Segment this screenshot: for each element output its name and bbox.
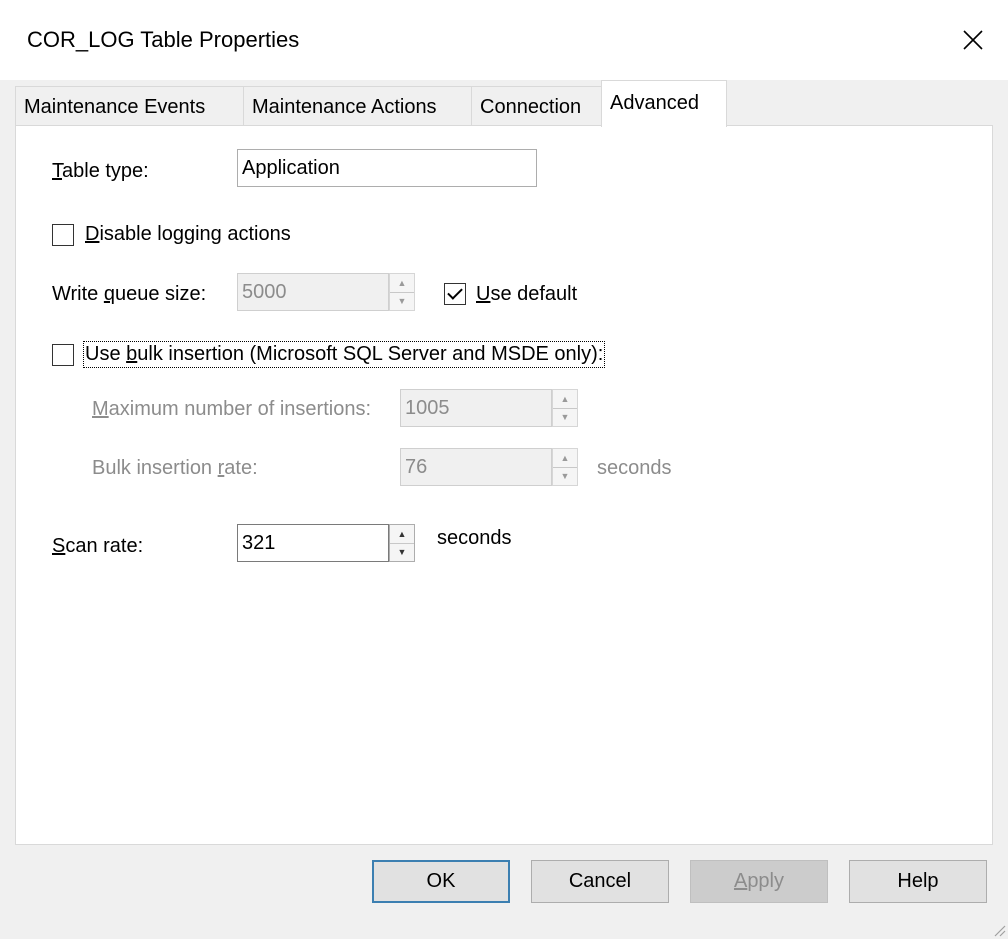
tab-label: Advanced xyxy=(610,92,699,114)
spin-up-icon[interactable]: ▲ xyxy=(390,525,414,544)
tab-label: Maintenance Actions xyxy=(252,96,437,118)
write-queue-size-field[interactable]: 5000 xyxy=(237,273,389,311)
bulk-rate-unit-label: seconds xyxy=(597,457,672,479)
tab-connection[interactable]: Connection xyxy=(471,86,602,126)
tab-label: Maintenance Events xyxy=(24,96,206,118)
spin-up-icon[interactable]: ▲ xyxy=(390,274,414,293)
ok-button[interactable]: OK xyxy=(372,860,510,903)
write-queue-size-spinner[interactable]: ▲ ▼ xyxy=(389,273,415,311)
resize-grip-icon[interactable] xyxy=(990,921,1006,937)
max-insertions-spinner[interactable]: ▲ ▼ xyxy=(552,389,578,427)
spin-down-icon[interactable]: ▼ xyxy=(390,543,414,561)
help-button[interactable]: Help xyxy=(849,860,987,903)
tab-advanced[interactable]: Advanced xyxy=(601,80,727,127)
max-insertions-field[interactable]: 1005 xyxy=(400,389,552,427)
spin-down-icon[interactable]: ▼ xyxy=(390,292,414,310)
table-type-label: Table type: xyxy=(52,160,149,182)
close-button[interactable] xyxy=(938,0,1008,80)
close-icon xyxy=(963,30,983,50)
spin-up-icon[interactable]: ▲ xyxy=(553,390,577,409)
scan-rate-field[interactable]: 321 xyxy=(237,524,389,562)
table-type-field[interactable]: Application xyxy=(237,149,537,187)
bulk-insertion-rate-label: Bulk insertion rate: xyxy=(92,457,258,479)
title-bar: COR_LOG Table Properties xyxy=(0,0,1008,80)
write-queue-size-label: Write queue size: xyxy=(52,283,207,305)
disable-logging-checkbox[interactable] xyxy=(52,224,74,246)
disable-logging-label[interactable]: Disable logging actions xyxy=(85,223,291,246)
tab-label: Connection xyxy=(480,96,582,118)
dialog-window: COR_LOG Table Properties Maintenance Eve… xyxy=(0,0,1008,939)
max-insertions-label: Maximum number of insertions: xyxy=(92,398,371,420)
tab-maintenance-actions[interactable]: Maintenance Actions xyxy=(243,86,472,126)
bulk-insertion-checkbox[interactable] xyxy=(52,344,74,366)
bulk-insertion-label[interactable]: Use bulk insertion (Microsoft SQL Server… xyxy=(82,341,606,368)
spin-down-icon[interactable]: ▼ xyxy=(553,467,577,485)
cancel-button[interactable]: Cancel xyxy=(531,860,669,903)
spin-up-icon[interactable]: ▲ xyxy=(553,449,577,468)
bulk-insertion-rate-spinner[interactable]: ▲ ▼ xyxy=(552,448,578,486)
scan-rate-spinner[interactable]: ▲ ▼ xyxy=(389,524,415,562)
scan-rate-unit-label: seconds xyxy=(437,527,512,549)
use-default-label[interactable]: Use default xyxy=(476,283,577,306)
scan-rate-label: Scan rate: xyxy=(52,535,144,557)
apply-button[interactable]: Apply xyxy=(690,860,828,903)
use-default-checkbox[interactable] xyxy=(444,283,466,305)
spin-down-icon[interactable]: ▼ xyxy=(553,408,577,426)
window-title: COR_LOG Table Properties xyxy=(27,27,300,52)
tab-maintenance-events[interactable]: Maintenance Events xyxy=(15,86,244,126)
bulk-insertion-rate-field[interactable]: 76 xyxy=(400,448,552,486)
